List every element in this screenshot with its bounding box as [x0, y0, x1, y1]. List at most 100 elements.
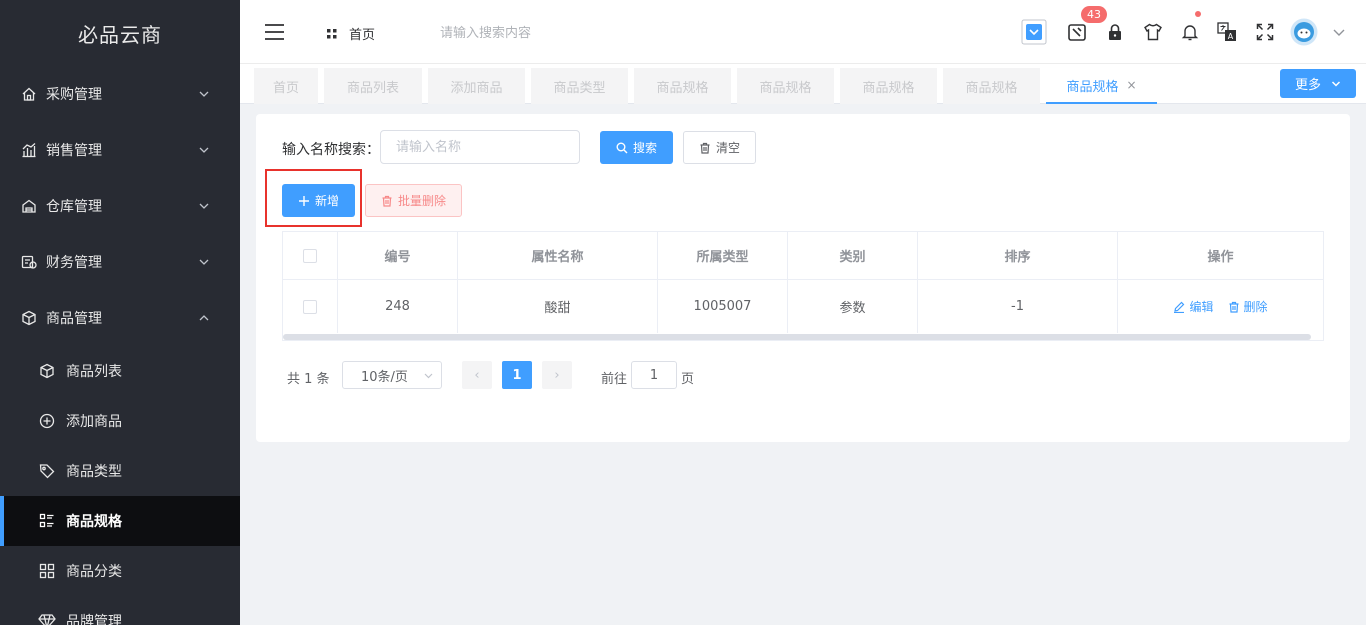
translate-icon[interactable]: A	[1214, 19, 1240, 45]
clear-button-label: 清空	[715, 141, 740, 155]
sidebar: 必品云商 采购管理 销售管理 仓库管理 财务管理 商品管理 商品列表 添加商品 …	[0, 0, 240, 625]
sidebar-item-goods-list[interactable]: 商品列表	[0, 346, 240, 396]
content-card: 输入名称搜索： 搜索 清空 新增 批量删除 编号 属性名称 所属类型 类别 排序…	[256, 114, 1350, 442]
batch-delete-button[interactable]: 批量删除	[365, 184, 462, 217]
spec-list-icon	[38, 512, 56, 530]
delete-link[interactable]: 删除	[1228, 298, 1268, 315]
home-breadcrumb[interactable]: 首页	[326, 24, 375, 43]
cell-type: 1005007	[658, 280, 788, 333]
column-header: 排序	[918, 232, 1118, 279]
sidebar-item-goods-category[interactable]: 商品分类	[0, 546, 240, 596]
tools-icon[interactable]	[1064, 19, 1090, 45]
tab-close-icon[interactable]: ×	[1126, 78, 1136, 92]
next-page-button[interactable]: ›	[542, 361, 572, 389]
svg-text:A: A	[1228, 32, 1234, 41]
name-search-input[interactable]	[380, 130, 580, 164]
apps-grid-icon	[326, 28, 338, 40]
add-button-label: 新增	[314, 194, 339, 208]
user-avatar[interactable]	[1290, 18, 1318, 46]
table-header-row: 编号 属性名称 所属类型 类别 排序 操作	[283, 232, 1323, 280]
sidebar-item-goods-type[interactable]: 商品类型	[0, 446, 240, 496]
row-checkbox[interactable]	[303, 299, 317, 314]
search-button[interactable]: 搜索	[600, 131, 673, 164]
horizontal-scrollbar[interactable]	[283, 334, 1311, 340]
fullscreen-icon[interactable]	[1252, 19, 1278, 45]
goods-box-icon	[20, 309, 38, 327]
current-page-button[interactable]: 1	[502, 361, 532, 389]
cell-sort: -1	[918, 280, 1118, 333]
sidebar-item-label: 商品列表	[66, 364, 122, 380]
column-header: 所属类型	[658, 232, 788, 279]
plus-circle-icon	[38, 412, 56, 430]
sidebar-item-label: 商品分类	[66, 564, 122, 580]
cube-icon	[38, 362, 56, 380]
chevron-down-icon	[198, 144, 210, 156]
home-label: 首页	[349, 28, 376, 43]
tab-label: 首页	[272, 80, 299, 96]
tab-label: 商品规格	[1066, 79, 1119, 95]
chevron-down-icon	[1331, 79, 1341, 89]
tabs-bar: 首页 商品列表 添加商品 商品类型 商品规格 商品规格 商品规格 商品规格 商品…	[240, 64, 1366, 104]
hamburger-menu-icon[interactable]	[264, 22, 286, 42]
page-suffix-label: 页	[681, 372, 695, 387]
header-search-input[interactable]	[440, 22, 640, 44]
tab-goods-spec-active[interactable]: 商品规格 ×	[1046, 68, 1157, 104]
tab-label: 添加商品	[450, 80, 503, 96]
search-button-label: 搜索	[632, 141, 657, 155]
more-label: 更多	[1294, 78, 1321, 93]
sidebar-item-sales[interactable]: 销售管理	[0, 122, 240, 178]
diamond-icon	[38, 612, 56, 625]
tab-label: 商品规格	[759, 80, 812, 96]
tab-goods-spec[interactable]: 商品规格	[737, 68, 834, 104]
tab-goods-spec[interactable]: 商品规格	[840, 68, 937, 104]
cell-name: 酸甜	[458, 280, 658, 333]
prev-page-button[interactable]: ‹	[462, 361, 492, 389]
sidebar-item-label: 销售管理	[46, 143, 102, 159]
tab-goods-spec[interactable]: 商品规格	[634, 68, 731, 104]
chevron-down-icon	[424, 371, 433, 380]
sidebar-item-label: 财务管理	[46, 255, 102, 271]
sidebar-item-label: 品牌管理	[66, 614, 122, 625]
pagination-total: 共 1 条	[287, 372, 330, 387]
user-menu-chevron-icon[interactable]	[1326, 19, 1352, 45]
bell-icon[interactable]	[1177, 19, 1203, 45]
goto-page-input[interactable]	[631, 361, 677, 389]
plus-icon	[298, 195, 310, 207]
tab-goods-type[interactable]: 商品类型	[531, 68, 628, 104]
sidebar-item-label: 仓库管理	[46, 199, 102, 215]
table-row: 248 酸甜 1005007 参数 -1 编辑 删除	[283, 280, 1323, 333]
chevron-down-icon	[198, 200, 210, 212]
sidebar-item-brand[interactable]: 品牌管理	[0, 596, 240, 625]
lock-icon[interactable]	[1102, 19, 1128, 45]
more-tabs-button[interactable]: 更多	[1280, 69, 1356, 98]
add-button[interactable]: 新增	[282, 184, 355, 217]
sidebar-item-finance[interactable]: 财务管理	[0, 234, 240, 290]
sidebar-item-warehouse[interactable]: 仓库管理	[0, 178, 240, 234]
select-all-checkbox[interactable]	[303, 248, 317, 263]
cell-id: 248	[338, 280, 458, 333]
notification-dot	[1195, 11, 1201, 17]
search-icon	[616, 142, 628, 154]
sidebar-item-purchase[interactable]: 采购管理	[0, 66, 240, 122]
edit-link[interactable]: 编辑	[1173, 298, 1214, 315]
clear-button[interactable]: 清空	[683, 131, 756, 164]
screenshot-toggle-icon[interactable]	[1021, 19, 1047, 45]
delete-label: 删除	[1243, 300, 1268, 314]
skin-shirt-icon[interactable]	[1140, 19, 1166, 45]
chevron-down-icon	[198, 88, 210, 100]
tab-label: 商品列表	[346, 80, 399, 96]
sidebar-item-goods[interactable]: 商品管理	[0, 290, 240, 346]
row-checkbox-cell	[283, 280, 338, 333]
sidebar-item-goods-spec[interactable]: 商品规格	[0, 496, 240, 546]
tab-home[interactable]: 首页	[254, 68, 318, 104]
tab-goods-spec[interactable]: 商品规格	[943, 68, 1040, 104]
trash-icon	[699, 142, 711, 154]
sidebar-item-label: 商品管理	[46, 311, 102, 327]
sales-chart-icon	[20, 141, 38, 159]
sidebar-item-add-goods[interactable]: 添加商品	[0, 396, 240, 446]
page-size-select[interactable]: 10条/页	[342, 361, 442, 389]
tab-goods-list[interactable]: 商品列表	[324, 68, 422, 104]
column-header: 操作	[1207, 250, 1234, 265]
tab-add-goods[interactable]: 添加商品	[428, 68, 525, 104]
page-size-value: 10条/页	[361, 369, 408, 385]
